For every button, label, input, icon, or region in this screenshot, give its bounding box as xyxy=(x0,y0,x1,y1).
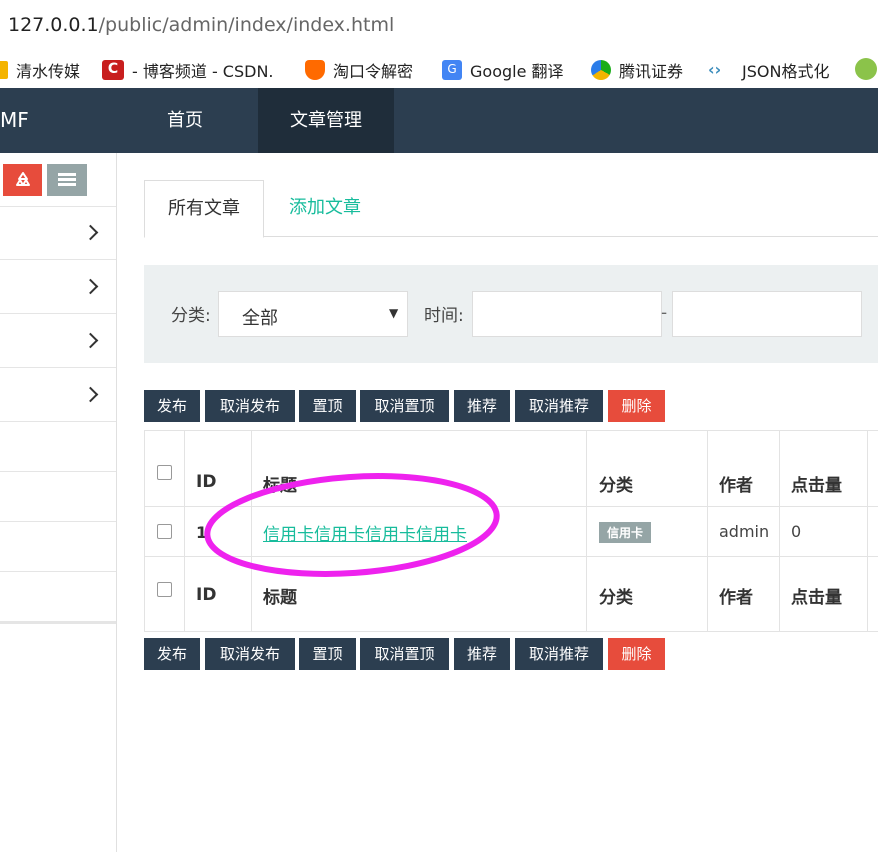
browser-address-bar[interactable]: 127.0.0.1/public/admin/index/index.html xyxy=(0,0,878,49)
bookmark-7[interactable] xyxy=(855,58,878,80)
category-badge: 信用卡 xyxy=(599,522,652,543)
caret-down-icon: ▼ xyxy=(389,306,399,320)
bookmark-label: 清水传媒 xyxy=(16,62,81,81)
unrecommend-button[interactable]: 取消推荐 xyxy=(515,390,603,422)
row-clicks: 0 xyxy=(791,522,802,541)
publish-button[interactable]: 发布 xyxy=(144,390,200,422)
bookmark-label: 淘口令解密 xyxy=(333,62,414,81)
bookmark-3[interactable]: 淘口令解密 xyxy=(305,58,413,82)
end-time-input[interactable] xyxy=(672,291,862,337)
bookmark-label: - 博客频道 - CSDN. xyxy=(132,62,274,81)
bookmark-label: Google 翻译 xyxy=(470,62,564,81)
unrecommend-button-bottom[interactable]: 取消推荐 xyxy=(515,638,603,670)
sidebar-item-4[interactable] xyxy=(0,368,116,422)
tab-add-article[interactable]: 添加文章 xyxy=(270,180,380,236)
recycle-button[interactable] xyxy=(3,164,42,196)
unpublish-button[interactable]: 取消发布 xyxy=(205,390,295,422)
filter-panel: 分类: 全部 ▼ 时间: - xyxy=(144,265,878,363)
footer-category: 分类 xyxy=(599,588,633,608)
sidebar-item-7[interactable] xyxy=(0,522,116,572)
footer-author: 作者 xyxy=(719,588,753,608)
annotation-ellipse xyxy=(204,473,500,577)
recommend-button[interactable]: 推荐 xyxy=(454,390,510,422)
json-icon: ‹› xyxy=(708,60,722,79)
footer-id: ID xyxy=(196,585,217,605)
bookmark-5[interactable]: 腾讯证券 xyxy=(591,58,683,82)
footer-clicks: 点击量 xyxy=(791,588,842,608)
sidebar-item-2[interactable] xyxy=(0,260,116,314)
sidebar-item-8[interactable] xyxy=(0,572,116,624)
bookmark-1[interactable]: 清水传媒 xyxy=(0,58,80,82)
delete-button-bottom[interactable]: 删除 xyxy=(608,638,665,670)
tab-all-articles[interactable]: 所有文章 xyxy=(144,180,264,238)
nav-home[interactable]: 首页 xyxy=(140,88,230,153)
row-author: admin xyxy=(719,522,770,541)
select-all-checkbox-bottom[interactable] xyxy=(157,582,172,597)
nav-article-management[interactable]: 文章管理 xyxy=(258,88,394,153)
recycle-icon xyxy=(15,172,30,186)
sidebar-item-1[interactable] xyxy=(0,206,116,260)
folder-icon xyxy=(0,61,8,79)
tencent-icon xyxy=(591,60,611,80)
extension-icon xyxy=(855,58,877,80)
list-button[interactable] xyxy=(47,164,87,196)
bookmarks-bar: 清水传媒 C - 博客频道 - CSDN. 淘口令解密 G Google 翻译 … xyxy=(0,48,878,88)
select-all-checkbox[interactable] xyxy=(157,465,172,480)
top-navbar: MF 首页 文章管理 xyxy=(0,88,878,153)
url-path: /public/admin/index/index.html xyxy=(98,14,395,36)
url-text[interactable]: 127.0.0.1/public/admin/index/index.html xyxy=(8,14,394,36)
time-label: 时间: xyxy=(424,306,464,326)
row-checkbox[interactable] xyxy=(157,524,172,539)
shield-icon xyxy=(305,60,325,80)
header-author: 作者 xyxy=(719,476,753,496)
csdn-icon: C xyxy=(102,60,124,80)
chevron-right-icon xyxy=(82,224,99,241)
bookmark-label: 腾讯证券 xyxy=(619,62,684,81)
sidebar-item-6[interactable] xyxy=(0,472,116,522)
list-icon xyxy=(58,173,76,186)
header-clicks: 点击量 xyxy=(791,476,842,496)
bookmark-6[interactable]: ‹› JSON格式化 xyxy=(708,58,829,82)
category-select-value: 全部 xyxy=(242,308,278,329)
bookmark-2[interactable]: C - 博客频道 - CSDN. xyxy=(102,58,274,82)
unpin-button[interactable]: 取消置顶 xyxy=(360,390,449,422)
bookmark-label: JSON格式化 xyxy=(742,62,830,81)
category-label: 分类: xyxy=(171,306,211,326)
recommend-button-bottom[interactable]: 推荐 xyxy=(454,638,510,670)
chevron-right-icon xyxy=(82,278,99,295)
pin-button[interactable]: 置顶 xyxy=(299,390,356,422)
sidebar-item-3[interactable] xyxy=(0,314,116,368)
unpin-button-bottom[interactable]: 取消置顶 xyxy=(360,638,449,670)
url-host: 127.0.0.1 xyxy=(8,14,99,36)
time-separator: - xyxy=(661,303,668,323)
category-select[interactable]: 全部 ▼ xyxy=(218,291,408,337)
start-time-input[interactable] xyxy=(472,291,662,337)
chevron-right-icon xyxy=(82,332,99,349)
publish-button-bottom[interactable]: 发布 xyxy=(144,638,200,670)
chevron-right-icon xyxy=(82,386,99,403)
brand-logo[interactable]: MF xyxy=(0,88,40,153)
pin-button-bottom[interactable]: 置顶 xyxy=(299,638,356,670)
google-translate-icon: G xyxy=(442,60,462,80)
sidebar-item-5[interactable] xyxy=(0,422,116,472)
unpublish-button-bottom[interactable]: 取消发布 xyxy=(205,638,295,670)
header-category: 分类 xyxy=(599,476,633,496)
sidebar xyxy=(0,153,117,852)
footer-title: 标题 xyxy=(263,588,297,608)
bookmark-4[interactable]: G Google 翻译 xyxy=(442,58,564,82)
delete-button[interactable]: 删除 xyxy=(608,390,665,422)
